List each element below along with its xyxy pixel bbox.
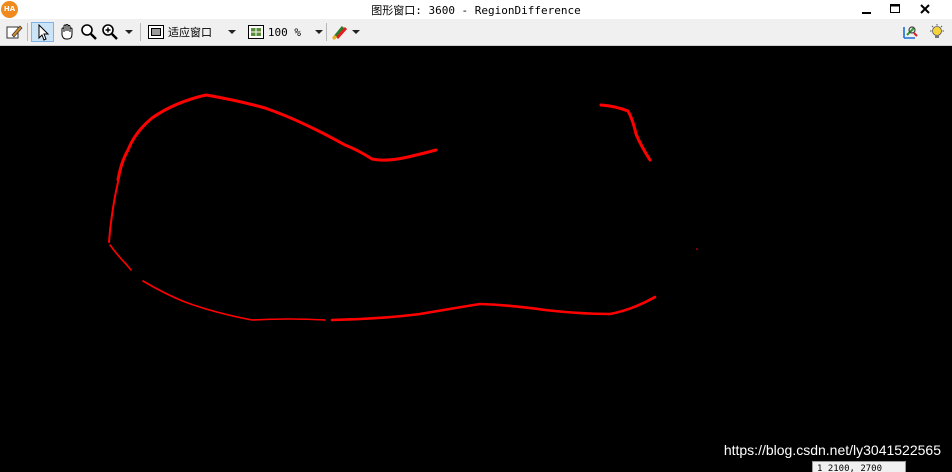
zoom-button[interactable] <box>79 22 99 42</box>
light-bulb-icon <box>930 24 944 38</box>
watermark-url: https://blog.csdn.net/ly3041522565 <box>723 442 941 458</box>
maximize-icon <box>890 4 900 13</box>
region-contour <box>330 295 657 322</box>
close-icon <box>920 4 930 14</box>
pan-button[interactable] <box>56 22 78 42</box>
pointer-button[interactable] <box>31 22 54 42</box>
minimize-icon <box>862 12 871 14</box>
region-tool-icon <box>903 26 918 39</box>
light-bulb-button[interactable] <box>926 22 948 42</box>
region-contour <box>116 93 438 182</box>
region-tool-button[interactable] <box>899 22 921 42</box>
title-bar: HA 图形窗口: 3600 - RegionDifference <box>0 0 952 19</box>
region-difference-display <box>108 93 698 322</box>
zoom-in-button[interactable] <box>101 22 135 42</box>
zoom-icon <box>81 24 97 40</box>
fit-window-dropdown[interactable]: 适应窗口 <box>147 22 241 42</box>
chevron-down-icon <box>315 30 323 34</box>
color-settings-button[interactable] <box>331 22 363 42</box>
zoom-in-icon <box>102 24 118 40</box>
region-dot <box>696 248 698 250</box>
chevron-down-icon <box>352 30 360 34</box>
zoom-level-label: 100 % <box>267 25 301 39</box>
edit-button[interactable] <box>3 22 25 42</box>
region-contour <box>599 103 652 162</box>
color-settings-icon <box>331 26 348 41</box>
pointer-icon <box>38 23 49 41</box>
region-contour <box>109 244 132 271</box>
fit-window-label: 适应窗口 <box>168 26 212 39</box>
toolbar: 适应窗口 100 % <box>0 19 952 46</box>
coordinate-popup: 1 2100, 2700 <box>812 461 906 472</box>
toolbar-separator <box>140 23 141 41</box>
graphics-window: HA 图形窗口: 3600 - RegionDifference 适应窗口 10… <box>0 0 952 472</box>
hand-pan-icon <box>61 23 73 40</box>
fit-window-icon <box>148 25 164 39</box>
close-button[interactable] <box>910 0 940 18</box>
minimize-button[interactable] <box>852 0 882 18</box>
window-title: 图形窗口: 3600 - RegionDifference <box>371 4 581 17</box>
chevron-down-icon <box>125 30 133 34</box>
edit-icon <box>6 25 23 39</box>
maximize-button[interactable] <box>880 0 910 18</box>
region-contour <box>142 280 326 321</box>
chevron-down-icon <box>228 30 236 34</box>
graphics-canvas[interactable] <box>0 46 952 472</box>
zoom-level-dropdown[interactable]: 100 % <box>247 22 323 42</box>
toolbar-separator <box>27 23 28 41</box>
region-contour <box>108 181 119 243</box>
toolbar-separator <box>326 23 327 41</box>
zoom-level-icon <box>248 25 264 39</box>
